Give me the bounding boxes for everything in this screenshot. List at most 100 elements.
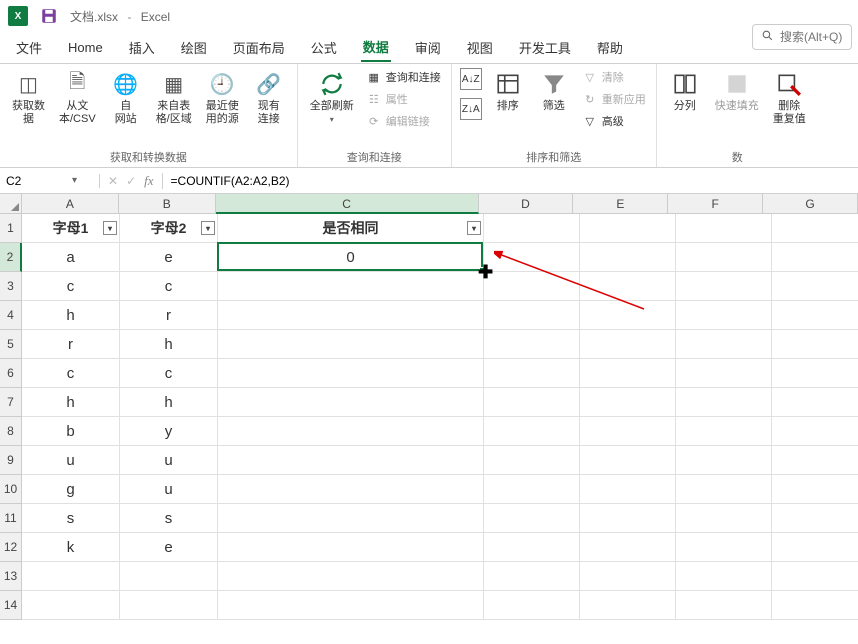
cell-A7[interactable]: h [22,388,120,417]
tab-页面布局[interactable]: 页面布局 [231,34,287,61]
get-data-btn-5[interactable]: 🔗现有 连接 [249,68,289,128]
row-header-7[interactable]: 7 [0,388,22,417]
cell-A5[interactable]: r [22,330,120,359]
cell-C5[interactable] [218,330,484,359]
row-header-12[interactable]: 12 [0,533,22,562]
cell-B13[interactable] [120,562,218,591]
get-data-btn-4[interactable]: 🕘最近使 用的源 [202,68,243,128]
refresh-all-button[interactable]: 全部刷新 ▾ [306,68,358,126]
row-header-5[interactable]: 5 [0,330,22,359]
filter-dropdown-icon[interactable]: ▾ [201,221,215,235]
cell-F13[interactable] [676,562,772,591]
row-header-3[interactable]: 3 [0,272,22,301]
cell-C10[interactable] [218,475,484,504]
cell-D6[interactable] [484,359,580,388]
cell-B9[interactable]: u [120,446,218,475]
formula-input-wrap[interactable] [163,174,858,188]
cell-C8[interactable] [218,417,484,446]
cell-D2[interactable] [484,243,580,272]
cell-D14[interactable] [484,591,580,620]
remove-duplicates-button[interactable]: 删除 重复值 [769,68,810,128]
cell-G7[interactable] [772,388,858,417]
cell-D11[interactable] [484,504,580,533]
cell-F8[interactable] [676,417,772,446]
cell-A4[interactable]: h [22,301,120,330]
cell-F5[interactable] [676,330,772,359]
cell-G3[interactable] [772,272,858,301]
search-box[interactable] [752,24,852,50]
cell-A9[interactable]: u [22,446,120,475]
spreadsheet-grid[interactable]: ABCDEFG 1234567891011121314 字母1▾字母2▾是否相同… [0,194,858,214]
sort-desc-icon[interactable]: Z↓A [460,98,482,120]
row-header-1[interactable]: 1 [0,214,22,243]
cell-A12[interactable]: k [22,533,120,562]
sort-button[interactable]: 排序 [488,68,528,115]
cancel-icon[interactable]: ✕ [108,174,118,188]
cell-G14[interactable] [772,591,858,620]
tab-审阅[interactable]: 审阅 [413,34,443,61]
cell-F2[interactable] [676,243,772,272]
filter-button[interactable]: 筛选 [534,68,574,115]
cell-C14[interactable] [218,591,484,620]
cell-C13[interactable] [218,562,484,591]
cell-F6[interactable] [676,359,772,388]
cell-F7[interactable] [676,388,772,417]
cell-E12[interactable] [580,533,676,562]
cell-G12[interactable] [772,533,858,562]
cell-B6[interactable]: c [120,359,218,388]
name-box[interactable]: ▾ [0,174,100,188]
cell-A8[interactable]: b [22,417,120,446]
cell-C3[interactable] [218,272,484,301]
row-header-11[interactable]: 11 [0,504,22,533]
cell-G2[interactable] [772,243,858,272]
cell-B10[interactable]: u [120,475,218,504]
cell-F4[interactable] [676,301,772,330]
cell-A1[interactable]: 字母1▾ [22,214,120,243]
cell-B2[interactable]: e [120,243,218,272]
col-header-A[interactable]: A [22,194,119,214]
cell-D10[interactable] [484,475,580,504]
tab-公式[interactable]: 公式 [309,34,339,61]
cell-F3[interactable] [676,272,772,301]
get-data-btn-3[interactable]: ▦来自表 格/区域 [152,68,196,128]
tab-数据[interactable]: 数据 [361,33,391,62]
cell-G6[interactable] [772,359,858,388]
cell-B4[interactable]: r [120,301,218,330]
cell-G13[interactable] [772,562,858,591]
row-header-9[interactable]: 9 [0,446,22,475]
cell-E13[interactable] [580,562,676,591]
cell-B5[interactable]: h [120,330,218,359]
tab-Home[interactable]: Home [66,36,105,59]
cell-E4[interactable] [580,301,676,330]
cell-C4[interactable] [218,301,484,330]
fx-icon[interactable]: fx [144,173,153,189]
cell-F10[interactable] [676,475,772,504]
cell-E14[interactable] [580,591,676,620]
cell-C7[interactable] [218,388,484,417]
search-input[interactable] [780,30,843,44]
cell-E6[interactable] [580,359,676,388]
cell-F11[interactable] [676,504,772,533]
chevron-down-icon[interactable]: ▾ [72,175,77,186]
cell-D8[interactable] [484,417,580,446]
cell-F9[interactable] [676,446,772,475]
cell-E1[interactable] [580,214,676,243]
queries-connections-item[interactable]: ▦查询和连接 [364,68,443,86]
get-data-btn-2[interactable]: 🌐自 网站 [106,68,146,128]
cell-B8[interactable]: y [120,417,218,446]
save-icon[interactable] [40,7,58,25]
cell-D1[interactable] [484,214,580,243]
cell-E7[interactable] [580,388,676,417]
cell-D9[interactable] [484,446,580,475]
cell-G10[interactable] [772,475,858,504]
col-header-E[interactable]: E [573,194,668,214]
cell-B7[interactable]: h [120,388,218,417]
tab-插入[interactable]: 插入 [127,34,157,61]
row-header-2[interactable]: 2 [0,243,22,272]
cell-F14[interactable] [676,591,772,620]
cell-E11[interactable] [580,504,676,533]
cell-D7[interactable] [484,388,580,417]
cell-G11[interactable] [772,504,858,533]
get-data-btn-0[interactable]: ◫获取数 据 [8,68,49,128]
cell-C11[interactable] [218,504,484,533]
